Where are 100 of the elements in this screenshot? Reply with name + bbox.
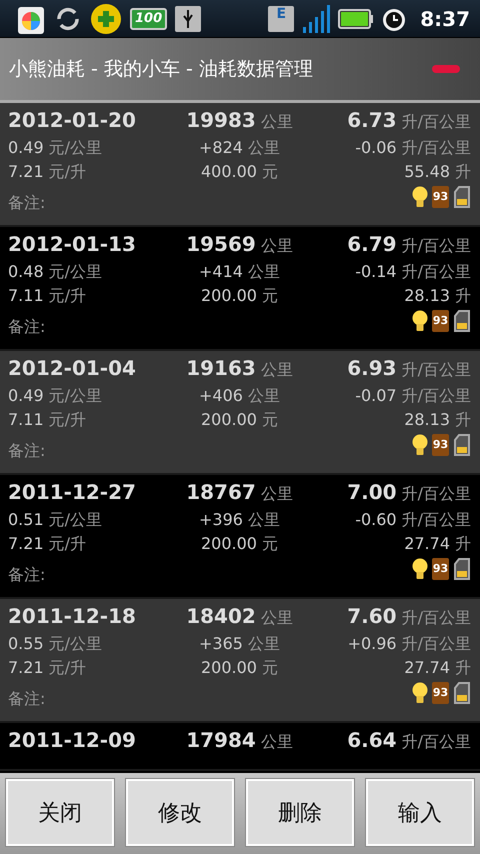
usb-icon — [175, 6, 202, 32]
fuel-volume: 55.48 — [404, 162, 450, 181]
fuel-cost-unit: 元 — [262, 658, 278, 677]
odometer-reading-unit: 公里 — [260, 236, 293, 255]
distance-unit: 公里 — [248, 386, 280, 405]
cost-per-km: 0.55 — [8, 634, 44, 653]
odometer-reading-unit: 公里 — [260, 484, 293, 503]
fuel-volume-unit: 升 — [455, 286, 471, 305]
odometer-reading: 18767 — [186, 480, 256, 504]
fuel-volume-unit: 升 — [455, 534, 471, 553]
fuel-cost-unit: 元 — [262, 286, 278, 305]
fuel-price-unit: 元/升 — [48, 658, 86, 677]
fuel-grade-badge: 93 — [432, 558, 449, 580]
action-button[interactable]: 输入 — [366, 779, 474, 846]
clock-time: 8:37 — [420, 6, 470, 30]
fuel-price: 7.21 — [8, 162, 44, 181]
cost-per-km: 0.49 — [8, 386, 44, 405]
note-label: 备注: — [8, 317, 46, 336]
fuel-cost-unit: 元 — [262, 410, 278, 429]
fuel-consumption: 6.73 — [347, 108, 397, 132]
signal-icon — [302, 4, 330, 32]
consumption-change-unit: 升/百公里 — [402, 634, 471, 653]
odometer-reading: 18402 — [186, 604, 256, 628]
fuel-volume: 28.13 — [404, 286, 450, 305]
fuel-consumption-unit: 升/百公里 — [402, 236, 471, 255]
network-type-icon: E — [268, 6, 294, 32]
odometer-reading-unit: 公里 — [260, 112, 293, 131]
fuel-consumption: 7.00 — [347, 480, 397, 504]
light-bulb-icon — [412, 558, 428, 580]
fuel-volume: 27.74 — [404, 534, 450, 553]
note-label: 备注: — [8, 565, 46, 584]
fuel-volume: 28.13 — [404, 410, 450, 429]
consumption-change: -0.60 — [355, 510, 397, 529]
fuel-grade-badge: 93 — [432, 186, 449, 208]
record-date: 2012-01-20 — [8, 108, 136, 132]
fuel-cost: 200.00 — [201, 410, 257, 429]
record-date: 2012-01-13 — [8, 232, 136, 256]
record-date: 2011-12-27 — [8, 480, 136, 504]
consumption-change-unit: 升/百公里 — [402, 386, 471, 405]
light-bulb-icon — [412, 434, 428, 456]
odometer-reading: 17984 — [186, 728, 256, 752]
window-title: 小熊油耗 - 我的小车 - 油耗数据管理 — [9, 57, 314, 82]
action-button[interactable]: 关闭 — [6, 779, 114, 846]
consumption-change-unit: 升/百公里 — [402, 138, 471, 157]
consumption-change: -0.14 — [355, 262, 397, 281]
cost-per-km: 0.51 — [8, 510, 44, 529]
distance-unit: 公里 — [248, 138, 280, 157]
fuel-can-icon — [453, 434, 471, 456]
note-label: 备注: — [8, 689, 46, 708]
action-button[interactable]: 修改 — [126, 779, 234, 846]
minus-icon[interactable] — [432, 65, 460, 73]
odometer-reading: 19569 — [186, 232, 256, 256]
cost-per-km-unit: 元/公里 — [48, 386, 102, 405]
fuel-consumption-unit: 升/百公里 — [402, 112, 471, 131]
odometer-reading-unit: 公里 — [260, 732, 293, 751]
fuel-grade-badge: 93 — [432, 434, 449, 456]
fuel-price-unit: 元/升 — [48, 286, 86, 305]
fuel-price: 7.11 — [8, 286, 44, 305]
fuel-grade-badge: 93 — [432, 310, 449, 332]
cost-per-km-unit: 元/公里 — [48, 510, 102, 529]
fuel-consumption-unit: 升/百公里 — [402, 360, 471, 379]
plus-icon — [90, 2, 122, 34]
light-bulb-icon — [412, 186, 428, 208]
record-date: 2011-12-09 — [8, 728, 136, 752]
fuel-cost: 200.00 — [201, 534, 257, 553]
distance-unit: 公里 — [248, 634, 280, 653]
fuel-cost: 200.00 — [201, 286, 257, 305]
fuel-consumption-unit: 升/百公里 — [402, 484, 471, 503]
fuel-can-icon — [453, 310, 471, 332]
note-label: 备注: — [8, 441, 46, 460]
fuel-consumption: 6.93 — [347, 356, 397, 380]
fuel-volume: 27.74 — [404, 658, 450, 677]
light-bulb-icon — [412, 682, 428, 704]
fuel-can-icon — [453, 558, 471, 580]
distance: +396 — [199, 510, 243, 529]
record-date: 2012-01-04 — [8, 356, 136, 380]
fuel-price-unit: 元/升 — [48, 162, 86, 181]
action-button[interactable]: 删除 — [246, 779, 354, 846]
distance-unit: 公里 — [248, 262, 280, 281]
cost-per-km: 0.49 — [8, 138, 44, 157]
cost-per-km-unit: 元/公里 — [48, 262, 102, 281]
distance: +365 — [199, 634, 243, 653]
consumption-change-unit: 升/百公里 — [402, 510, 471, 529]
fuel-volume-unit: 升 — [455, 162, 471, 181]
fuel-cost: 200.00 — [201, 658, 257, 677]
fuel-cost-unit: 元 — [262, 162, 278, 181]
odometer-reading: 19163 — [186, 356, 256, 380]
distance-unit: 公里 — [248, 510, 280, 529]
fuel-cost-unit: 元 — [262, 534, 278, 553]
fuel-cost: 400.00 — [201, 162, 257, 181]
consumption-change: +0.96 — [348, 634, 397, 653]
consumption-change: -0.07 — [355, 386, 397, 405]
distance: +414 — [199, 262, 243, 281]
distance: +406 — [199, 386, 243, 405]
odometer-reading: 19983 — [186, 108, 256, 132]
fuel-price-unit: 元/升 — [48, 410, 86, 429]
cost-per-km-unit: 元/公里 — [48, 138, 102, 157]
fuel-volume-unit: 升 — [455, 410, 471, 429]
fuel-consumption: 7.60 — [347, 604, 397, 628]
odometer-reading-unit: 公里 — [260, 360, 293, 379]
